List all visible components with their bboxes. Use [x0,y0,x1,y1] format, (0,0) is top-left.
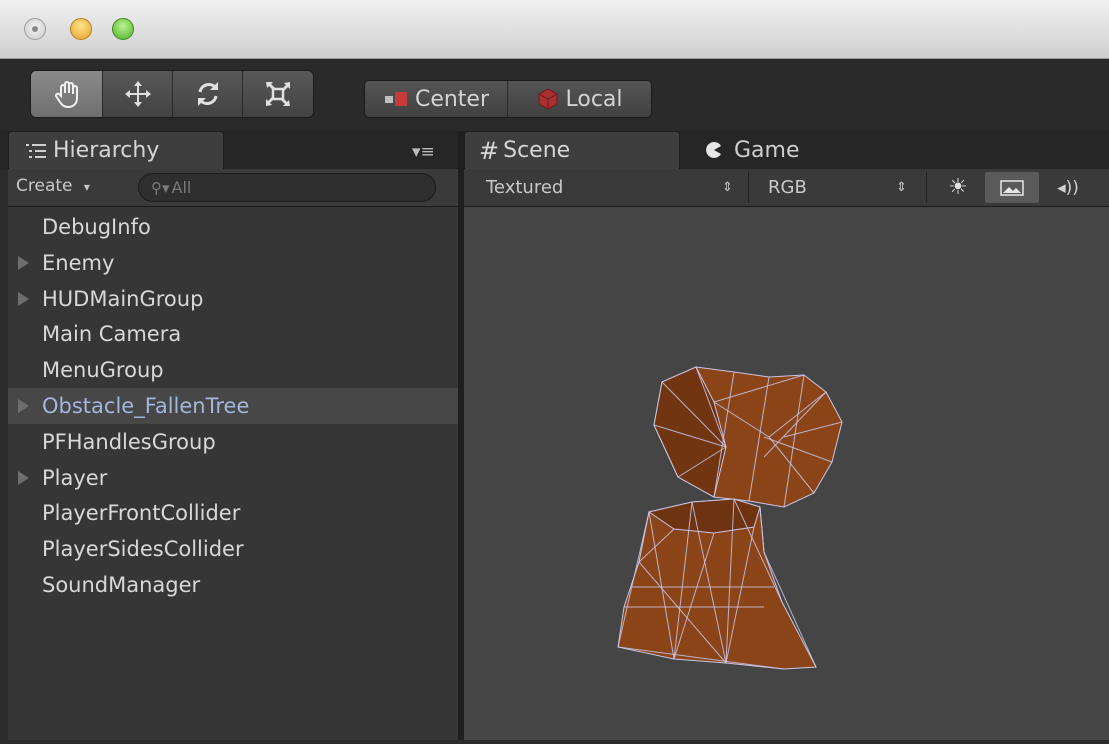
hierarchy-item-label: MenuGroup [42,358,164,383]
move-icon [124,81,151,107]
rotate-icon [197,82,218,106]
hierarchy-item-label: Enemy [42,250,115,275]
create-dropdown[interactable]: Create ▾ [16,176,90,196]
scale-icon [266,82,290,106]
chevron-down-icon: ▾ [83,180,90,194]
game-icon [706,141,721,158]
hand-icon [54,81,78,109]
scene-lighting-button[interactable]: ☀ [936,169,980,206]
create-label: Create [16,176,73,196]
search-icon: ⚲▾ [151,178,170,197]
toolbar-separator [748,172,749,203]
minimize-window-button[interactable] [70,18,92,40]
speaker-icon: ◂)) [1057,177,1079,198]
hierarchy-item[interactable]: DebugInfo [8,209,458,245]
hierarchy-item[interactable]: SoundManager [8,567,458,603]
maximize-window-button[interactable] [112,18,134,40]
dropdown-arrows-icon: ⇕ [722,180,733,195]
render-mode-dropdown[interactable]: Textured ⇕ [486,169,736,206]
window-title-bar [0,0,1109,59]
game-tab-label: Game [734,137,800,163]
grid-icon: # [479,136,500,165]
rotate-tool-button[interactable] [173,71,243,117]
local-space-icon [538,88,558,110]
hierarchy-item-label: PlayerFrontCollider [42,501,241,526]
hierarchy-item[interactable]: Player [8,460,458,496]
pivot-center-button[interactable]: Center [365,81,508,117]
pivot-local-button[interactable]: Local [507,81,651,117]
hierarchy-item[interactable]: Main Camera [8,316,458,352]
expand-arrow-icon[interactable] [18,255,29,270]
hand-tool-button[interactable] [31,71,103,117]
hierarchy-item[interactable]: Enemy [8,245,458,281]
transform-tools [30,70,314,118]
move-tool-button[interactable] [103,71,173,117]
hierarchy-item-label: DebugInfo [42,215,151,239]
pivot-center-icon [384,92,407,106]
pivot-local-label: Local [565,86,623,112]
hierarchy-item-label: SoundManager [42,573,201,597]
hierarchy-item[interactable]: PFHandlesGroup [8,424,458,460]
scene-effects-button[interactable] [985,172,1039,203]
hierarchy-search-input[interactable]: ⚲▾ All [138,173,436,202]
hierarchy-item-label: PlayerSidesCollider [42,537,244,562]
scale-tool-button[interactable] [243,71,313,117]
hierarchy-item[interactable]: PlayerSidesCollider [8,531,458,567]
hierarchy-item[interactable]: Obstacle_FallenTree [8,388,458,424]
tab-scene[interactable]: # Scene [464,131,680,169]
hierarchy-item-label: Player [42,465,108,490]
render-mode-value: Textured [486,177,564,198]
toolbar-separator [926,172,927,203]
sun-icon: ☀ [948,175,968,200]
hierarchy-item-label: Obstacle_FallenTree [42,394,250,418]
scene-viewport[interactable] [464,207,1109,740]
tab-game[interactable]: Game [704,131,800,169]
panel-menu-icon[interactable]: ▾≡ [412,142,435,162]
hierarchy-item[interactable]: PlayerFrontCollider [8,495,458,531]
fallen-tree-mesh [617,366,843,670]
color-mode-value: RGB [768,177,807,198]
close-window-button[interactable] [24,18,46,40]
scene-audio-button[interactable]: ◂)) [1046,169,1090,206]
list-icon [26,143,46,158]
hierarchy-item-label: HUDMainGroup [42,286,204,311]
hierarchy-item-label: Main Camera [42,322,182,347]
tab-hierarchy[interactable]: Hierarchy [8,131,224,169]
hierarchy-tab-label: Hierarchy [53,138,160,163]
expand-arrow-icon[interactable] [18,291,29,306]
hierarchy-item-label: PFHandlesGroup [42,429,216,454]
hierarchy-item[interactable]: HUDMainGroup [8,281,458,317]
pivot-toggle-group: Center Local [364,80,652,118]
dropdown-arrows-icon: ⇕ [896,180,907,195]
color-mode-dropdown[interactable]: RGB ⇕ [768,169,918,206]
landscape-icon [1000,179,1024,196]
pivot-center-label: Center [414,86,490,112]
expand-arrow-icon[interactable] [18,399,29,413]
hierarchy-item[interactable]: MenuGroup [8,352,458,388]
expand-arrow-icon[interactable] [18,470,29,485]
search-placeholder: All [171,178,192,197]
scene-tab-label: Scene [503,138,571,163]
